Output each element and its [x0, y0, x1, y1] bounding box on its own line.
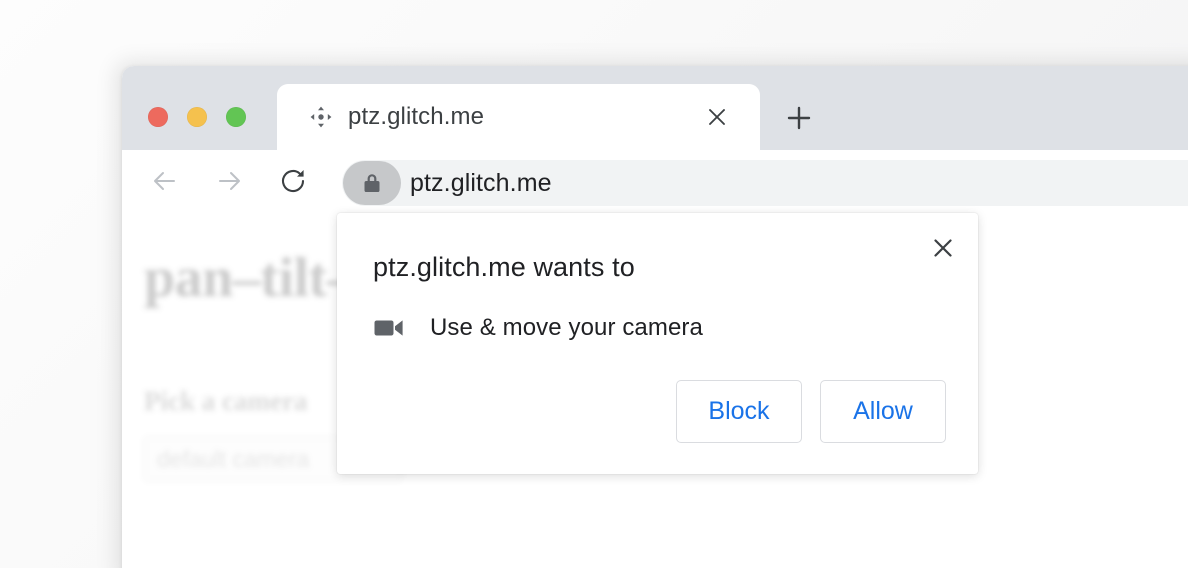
- tab-title: ptz.glitch.me: [348, 103, 485, 130]
- browser-toolbar: ptz.glitch.me: [122, 150, 1188, 212]
- pan-tilt-move-icon: [309, 105, 333, 129]
- forward-button[interactable]: [208, 160, 250, 202]
- dialog-close-icon[interactable]: [922, 227, 964, 269]
- permission-row-camera: Use & move your camera: [373, 312, 703, 344]
- new-tab-button[interactable]: [781, 100, 817, 136]
- dialog-actions: Block Allow: [676, 380, 946, 443]
- browser-tab[interactable]: ptz.glitch.me: [277, 84, 760, 150]
- omnibox[interactable]: ptz.glitch.me: [342, 160, 1188, 206]
- camera-select-value: default camera: [157, 445, 310, 472]
- block-button[interactable]: Block: [676, 380, 802, 443]
- tab-close-icon[interactable]: [700, 100, 734, 134]
- video-camera-icon: [373, 312, 405, 344]
- dialog-title: ptz.glitch.me wants to: [373, 252, 635, 282]
- back-button[interactable]: [144, 160, 186, 202]
- omnibox-url-text: ptz.glitch.me: [410, 168, 552, 197]
- permission-label: Use & move your camera: [430, 314, 703, 341]
- lock-icon[interactable]: [343, 161, 401, 205]
- window-controls: [148, 107, 246, 127]
- tab-strip: ptz.glitch.me: [122, 66, 1188, 150]
- window-minimize-button[interactable]: [187, 107, 207, 127]
- permission-dialog: ptz.glitch.me wants to Use & move your c…: [337, 213, 978, 474]
- allow-button[interactable]: Allow: [820, 380, 946, 443]
- window-close-button[interactable]: [148, 107, 168, 127]
- reload-button[interactable]: [272, 160, 314, 202]
- screen: ptz.glitch.me ptz.glitch.me pan–tilt–zoo…: [0, 0, 1188, 568]
- window-maximize-button[interactable]: [226, 107, 246, 127]
